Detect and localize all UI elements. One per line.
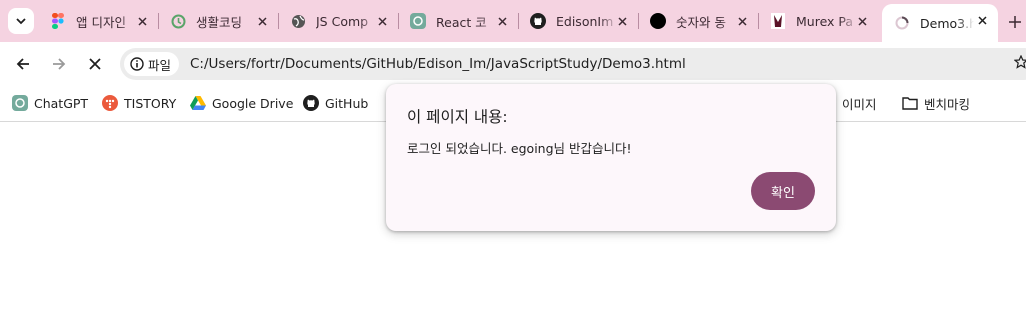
- tab-github[interactable]: EdisonIm: [518, 5, 638, 37]
- tab-title: Murex Pa: [796, 13, 854, 29]
- arrow-left-icon: [16, 58, 29, 70]
- bookmark-chatgpt[interactable]: ChatGPT: [12, 92, 88, 114]
- bookmark-label: GitHub: [325, 95, 369, 111]
- confirm-button[interactable]: 확인: [751, 172, 815, 210]
- bookmark-tistory[interactable]: TISTORY: [102, 92, 176, 114]
- tistory-icon: [102, 95, 118, 111]
- close-icon[interactable]: [974, 12, 990, 28]
- bookmark-label: Google Drive: [212, 95, 294, 111]
- site-chip-label: 파일: [148, 57, 172, 73]
- chatgpt-icon: [12, 95, 28, 111]
- arrow-right-icon: [53, 58, 66, 70]
- bookmark-label: TISTORY: [124, 95, 177, 111]
- plus-icon: [1009, 16, 1021, 28]
- black-circle-icon: [650, 13, 666, 29]
- murex-icon: [770, 13, 786, 29]
- tab-title: React 코: [436, 14, 487, 30]
- close-icon[interactable]: [374, 13, 390, 29]
- close-icon[interactable]: [734, 13, 750, 29]
- chevron-down-icon: [16, 18, 26, 25]
- globe-icon: [290, 13, 306, 29]
- forward-button[interactable]: [46, 51, 72, 77]
- bookmark-label: 이미지: [842, 96, 877, 112]
- tab-strip: 앱 디자인 생활코딩 JS Comp React 코 EdisonIm 숫자와 …: [0, 0, 1026, 42]
- close-icon[interactable]: [494, 13, 510, 29]
- close-icon[interactable]: [134, 13, 150, 29]
- close-icon[interactable]: [614, 13, 630, 29]
- close-icon: [89, 58, 101, 70]
- tab-title: JS Comp: [316, 13, 369, 29]
- tab-title: 생활코딩: [196, 14, 243, 30]
- loading-icon: [894, 15, 910, 31]
- tab-js-comp[interactable]: JS Comp: [278, 5, 398, 37]
- tab-opentutorials[interactable]: 생활코딩: [158, 5, 278, 37]
- url-text[interactable]: C:/Users/fortr/Documents/GitHub/Edison_I…: [190, 56, 686, 72]
- address-bar[interactable]: 파일 C:/Users/fortr/Documents/GitHub/Ediso…: [120, 48, 1026, 80]
- tab-murex[interactable]: Murex Pa: [758, 5, 878, 37]
- tab-search-button[interactable]: [8, 8, 34, 34]
- bookmark-benchmarking[interactable]: 벤치마킹: [902, 92, 970, 114]
- tab-demo3-active[interactable]: Demo3.h: [882, 4, 998, 42]
- dialog-title: 이 페이지 내용:: [407, 108, 508, 126]
- tab-title: Demo3.h: [920, 15, 974, 31]
- bookmark-github[interactable]: GitHub: [303, 92, 368, 114]
- tab-title: EdisonIm: [556, 13, 614, 29]
- figma-icon: [50, 13, 66, 29]
- folder-icon: [902, 97, 918, 110]
- github-icon: [530, 13, 546, 29]
- dialog-message: 로그인 되었습니다. egoing님 반갑습니다!: [407, 141, 632, 156]
- google-drive-icon: [190, 96, 206, 110]
- info-icon: [130, 57, 144, 71]
- github-icon: [303, 95, 319, 111]
- bookmark-google-drive[interactable]: Google Drive: [190, 92, 293, 114]
- bookmark-label: 벤치마킹: [924, 96, 971, 112]
- back-button[interactable]: [10, 51, 36, 77]
- star-icon[interactable]: [1014, 55, 1026, 69]
- close-icon[interactable]: [254, 13, 270, 29]
- site-info-chip[interactable]: 파일: [124, 52, 180, 76]
- toolbar: 파일 C:/Users/fortr/Documents/GitHub/Ediso…: [0, 42, 1026, 86]
- tab-figma[interactable]: 앱 디자인: [38, 5, 158, 37]
- tab-title: 숫자와 동: [676, 14, 726, 30]
- opentutorials-icon: [170, 13, 186, 29]
- tab-numbers[interactable]: 숫자와 동: [638, 5, 758, 37]
- tab-title: 앱 디자인: [76, 14, 126, 30]
- new-tab-button[interactable]: [1004, 11, 1026, 33]
- bookmark-label: ChatGPT: [34, 95, 89, 111]
- stop-loading-button[interactable]: [82, 51, 108, 77]
- close-icon[interactable]: [854, 13, 870, 29]
- tab-react[interactable]: React 코: [398, 5, 518, 37]
- chatgpt-icon: [410, 13, 426, 29]
- alert-dialog: 이 페이지 내용: 로그인 되었습니다. egoing님 반갑습니다! 확인: [386, 84, 836, 231]
